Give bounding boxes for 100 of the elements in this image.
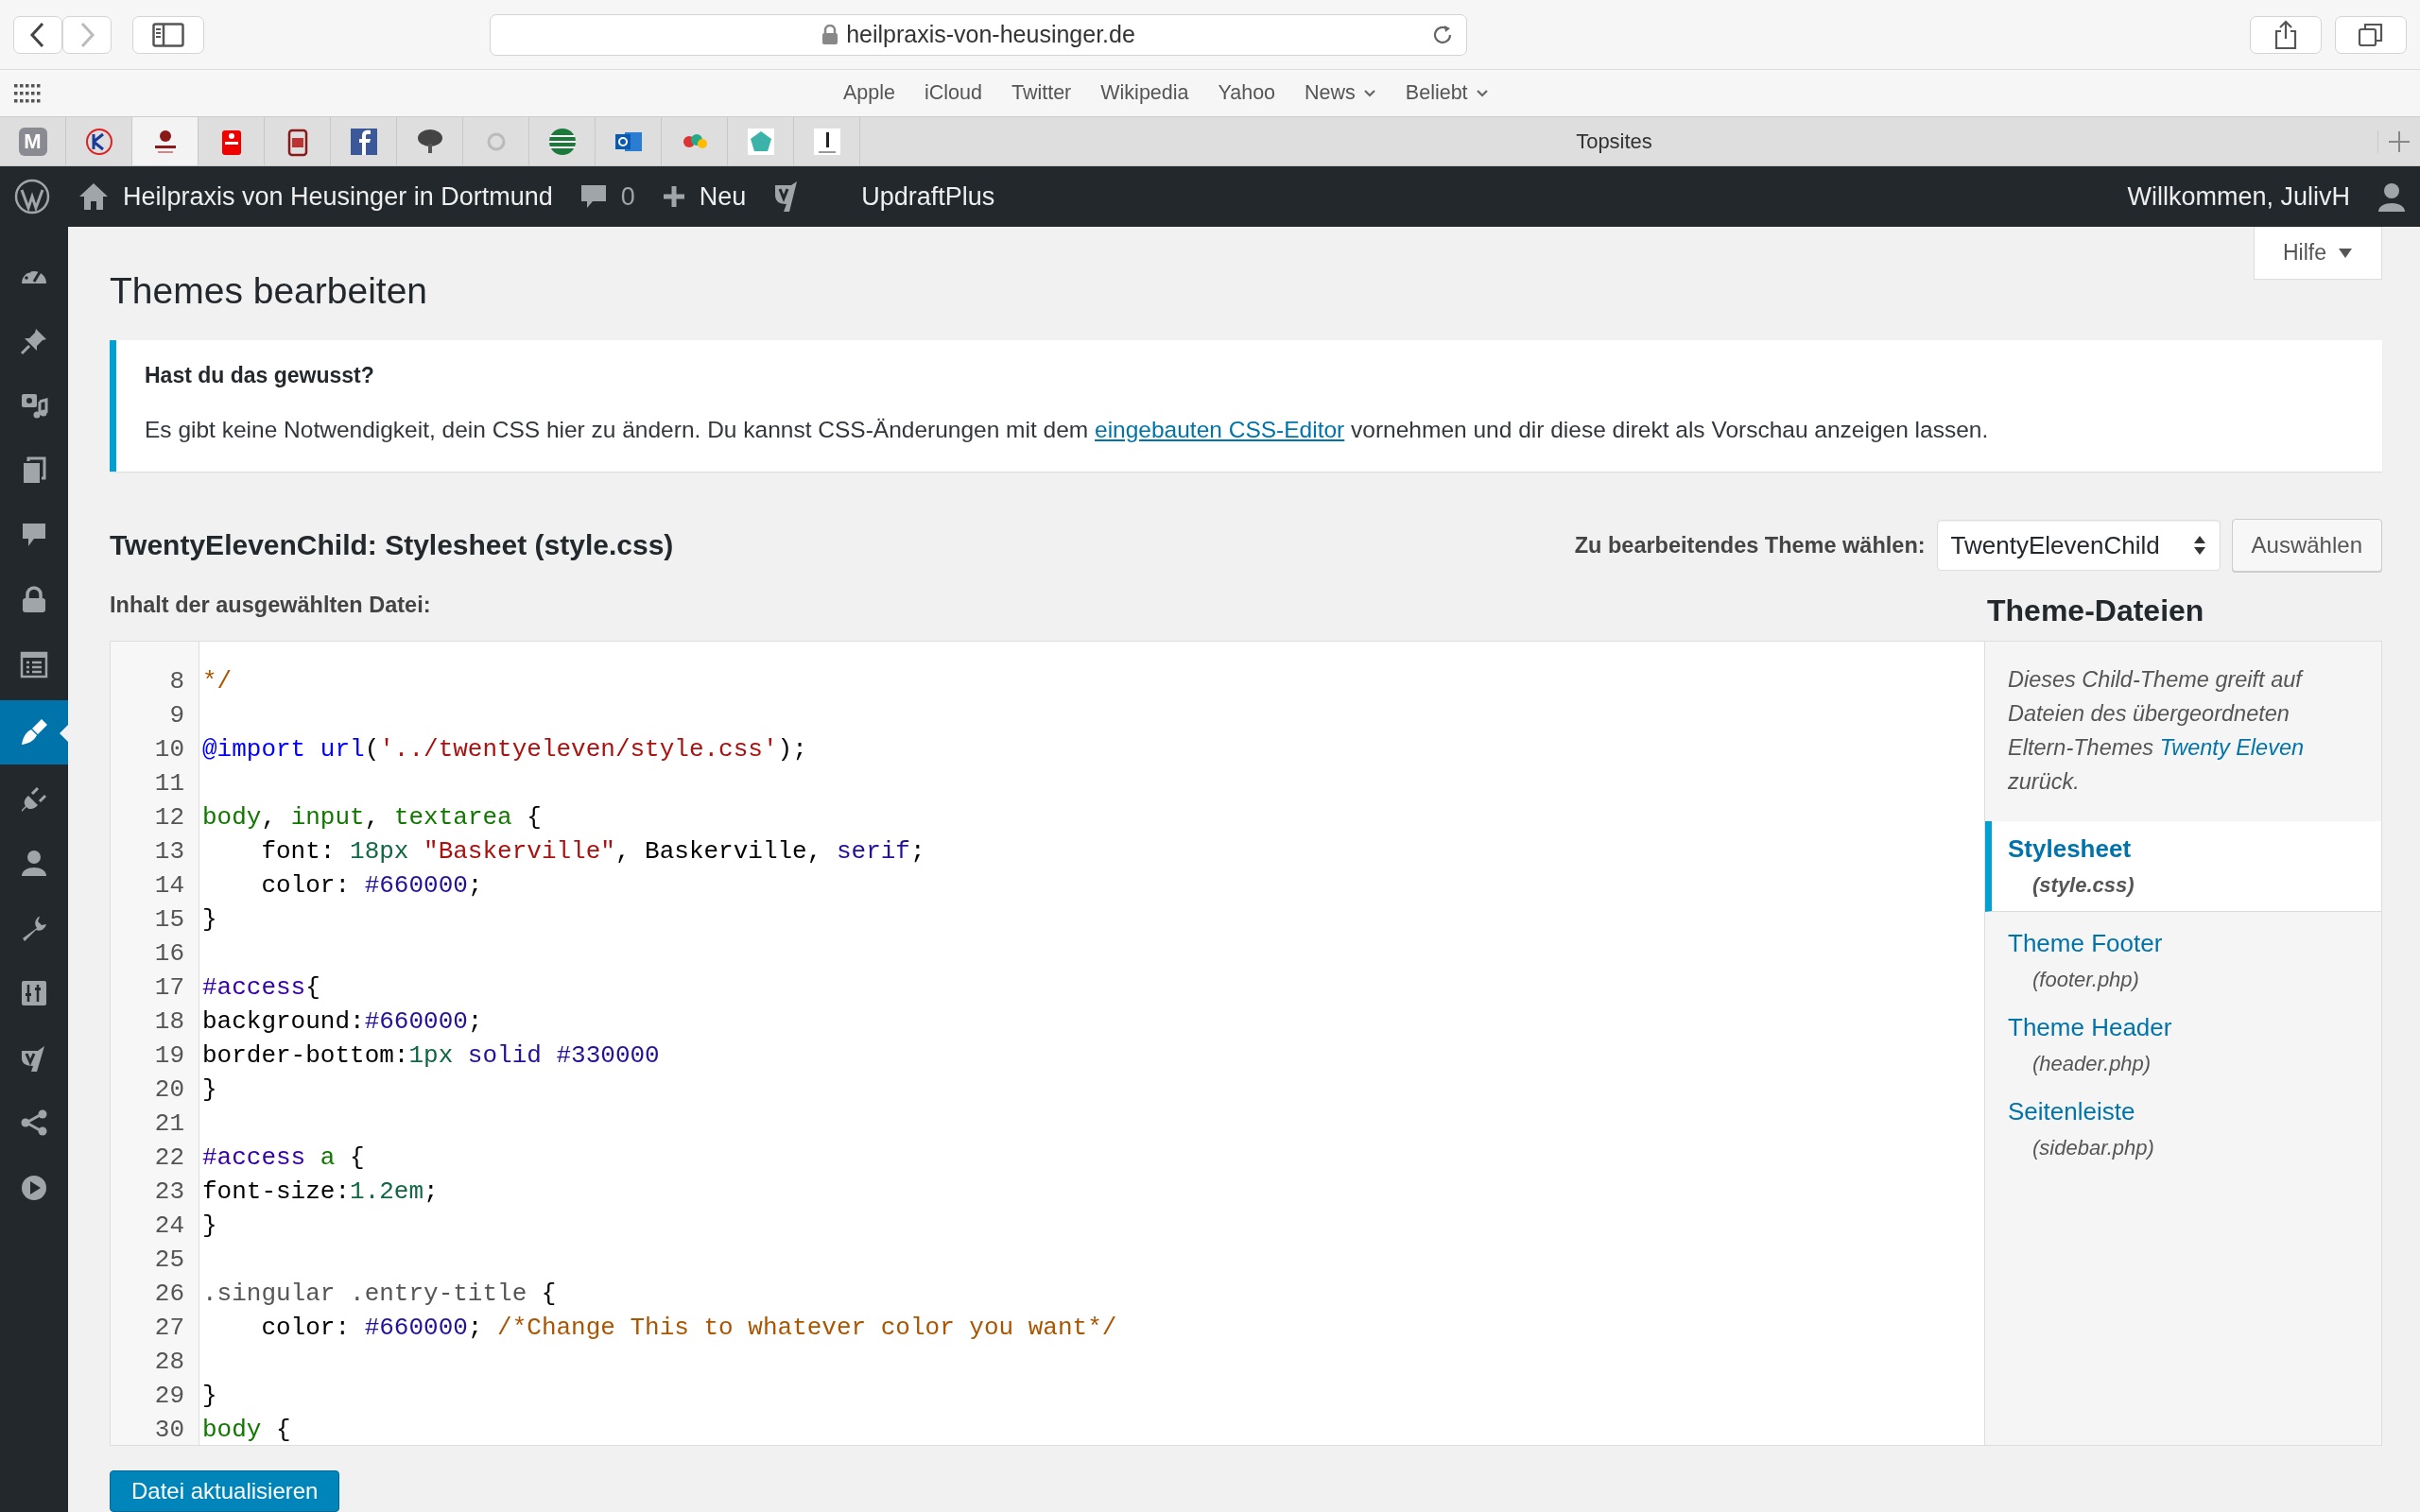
code-line: border-bottom:1px solid #330000 <box>202 1040 660 1072</box>
new-tab-icon[interactable] <box>2377 129 2411 153</box>
code-line: color: #660000; <box>260 870 483 902</box>
code-line: */ <box>202 666 233 697</box>
brush-icon <box>19 716 49 747</box>
line-number: 8 <box>168 666 185 697</box>
code-line: font-size:1.2em; <box>202 1177 439 1208</box>
code-line: #access a { <box>202 1143 365 1174</box>
code-line: } <box>202 1211 217 1242</box>
line-number: 29 <box>153 1381 185 1412</box>
tabs-icon <box>2358 21 2384 48</box>
lock-icon <box>821 24 839 45</box>
chevron-down-icon <box>1475 88 1489 98</box>
home-icon[interactable] <box>78 181 110 212</box>
new-link[interactable]: Neu <box>699 181 747 212</box>
sidebar-toggle-button[interactable] <box>132 15 204 54</box>
theme-select[interactable]: TwentyElevenChild <box>1936 520 2221 571</box>
bookmark-menu[interactable]: Beliebt <box>1405 81 1489 105</box>
notice-text: Es gibt keine Notwendigkeit, dein CSS hier zu ändern. Du kannst CSS-Änderungen mit dem eingebauten CSS-Editor vornehmen und dir diese direkt als Vorschau anzeigen lassen. <box>145 417 1990 443</box>
css-editor-link[interactable]: eingebauten CSS-Editor <box>1095 417 1345 442</box>
user-icon[interactable] <box>2377 181 2407 212</box>
current-page-pointer-icon <box>60 724 68 742</box>
bookmark-link[interactable]: Apple <box>843 81 895 105</box>
line-number: 11 <box>153 768 185 799</box>
caret-icon <box>2338 247 2353 259</box>
code-line: } <box>202 904 217 936</box>
line-number: 22 <box>153 1143 185 1174</box>
grid-icon[interactable] <box>13 81 42 105</box>
line-number: 18 <box>153 1006 185 1038</box>
theme-select-label: Zu bearbeitendes Theme wählen: <box>1574 532 1926 558</box>
url-text: heilpraxis-von-heusinger.de <box>846 21 1135 48</box>
content-label: Inhalt der ausgewählten Datei: <box>110 593 431 618</box>
comment-count[interactable]: 0 <box>620 181 635 212</box>
theme-file-item[interactable]: Seitenleiste (sidebar.php) <box>1985 1091 2381 1176</box>
theme-file-item[interactable]: Theme Header (header.php) <box>1985 1007 2381 1091</box>
site-link[interactable]: Heilpraxis von Heusinger in Dortmund <box>123 181 553 212</box>
code-line: color: #660000; /*Change This to whatever color you want*/ <box>260 1313 1117 1344</box>
notice-title: Hast du das gewusst? <box>145 363 375 388</box>
code-line: } <box>202 1074 217 1106</box>
line-number: 14 <box>153 870 185 902</box>
code-line: body { <box>202 1415 291 1445</box>
line-number: 17 <box>153 972 185 1004</box>
line-number: 10 <box>153 734 185 765</box>
bookmark-link[interactable]: Wikipedia <box>1100 81 1189 105</box>
code-line: .singular .entry-title { <box>202 1279 557 1310</box>
address-bar[interactable]: heilpraxis-von-heusinger.de <box>490 13 1467 56</box>
line-number: 25 <box>153 1245 185 1276</box>
theme-file-item[interactable]: Theme Footer (footer.php) <box>1985 923 2381 1007</box>
favicon-icon <box>811 126 842 157</box>
bookmark-link[interactable]: Twitter <box>1011 81 1072 105</box>
code-line: @import url('../twentyeleven/style.css'); <box>202 734 807 765</box>
parent-theme-link[interactable]: Twenty Eleven <box>2159 735 2305 760</box>
update-file-button[interactable]: Datei aktualisieren <box>110 1470 340 1512</box>
code-line: background:#660000; <box>202 1006 483 1038</box>
bookmark-menu[interactable]: News <box>1305 81 1376 105</box>
plus-icon[interactable] <box>661 184 686 209</box>
wordpress-logo-icon[interactable] <box>13 178 51 215</box>
theme-files-heading: Theme-Dateien <box>1986 593 2205 628</box>
line-number: 28 <box>153 1347 185 1378</box>
sidebar-icon <box>152 22 184 47</box>
share-icon <box>2273 19 2298 50</box>
back-button[interactable] <box>13 15 62 54</box>
code-line: font: 18px "Baskerville", Baskerville, serif; <box>260 836 925 868</box>
line-number: 23 <box>153 1177 185 1208</box>
line-number: 12 <box>153 802 185 833</box>
stepper-icon <box>2192 534 2206 557</box>
bookmark-link[interactable]: Yahoo <box>1218 81 1276 105</box>
chevron-down-icon <box>1362 88 1376 98</box>
line-number: 19 <box>153 1040 185 1072</box>
line-number: 24 <box>153 1211 185 1242</box>
line-number: 21 <box>153 1108 185 1140</box>
line-number: 30 <box>153 1415 185 1445</box>
line-number: 26 <box>153 1279 185 1310</box>
line-number: 20 <box>153 1074 185 1106</box>
sidebar-item[interactable] <box>0 699 68 765</box>
file-heading: TwentyElevenChild: Stylesheet (style.css) <box>110 529 675 561</box>
bookmark-link[interactable]: iCloud <box>925 81 982 105</box>
page-title: Themes bearbeiten <box>110 270 429 312</box>
browser-tab[interactable]: Topsites <box>860 129 2368 154</box>
line-number: 13 <box>153 836 185 868</box>
favicon-icon <box>546 126 578 157</box>
code-line: } <box>202 1381 217 1412</box>
child-theme-note: Dieses Child-Theme greift auf Dateien des übergeordneten Eltern-Themes Twenty Eleven zurück. <box>2007 666 2306 796</box>
help-button[interactable]: Hilfe <box>2254 227 2382 280</box>
line-number: 27 <box>153 1313 185 1344</box>
favicon-icon <box>348 126 379 157</box>
site-logo-icon: M <box>18 127 47 156</box>
code-line: #access{ <box>202 972 320 1004</box>
theme-file-item[interactable]: Stylesheet (style.css) <box>1985 821 2381 912</box>
favicon-icon <box>83 126 114 157</box>
line-number: 16 <box>153 938 185 970</box>
select-button[interactable]: Auswählen <box>2231 519 2382 572</box>
user-greeting[interactable]: Willkommen, JulivH <box>2127 181 2350 212</box>
plugin-link[interactable]: UpdraftPlus <box>861 181 995 212</box>
list-icon <box>19 649 49 680</box>
pinned-tab[interactable] <box>132 117 199 165</box>
code-line: body, input, textarea { <box>202 802 542 833</box>
share-button[interactable] <box>2250 15 2322 54</box>
tabs-overview-button[interactable] <box>2335 15 2407 54</box>
line-number: 15 <box>153 904 185 936</box>
